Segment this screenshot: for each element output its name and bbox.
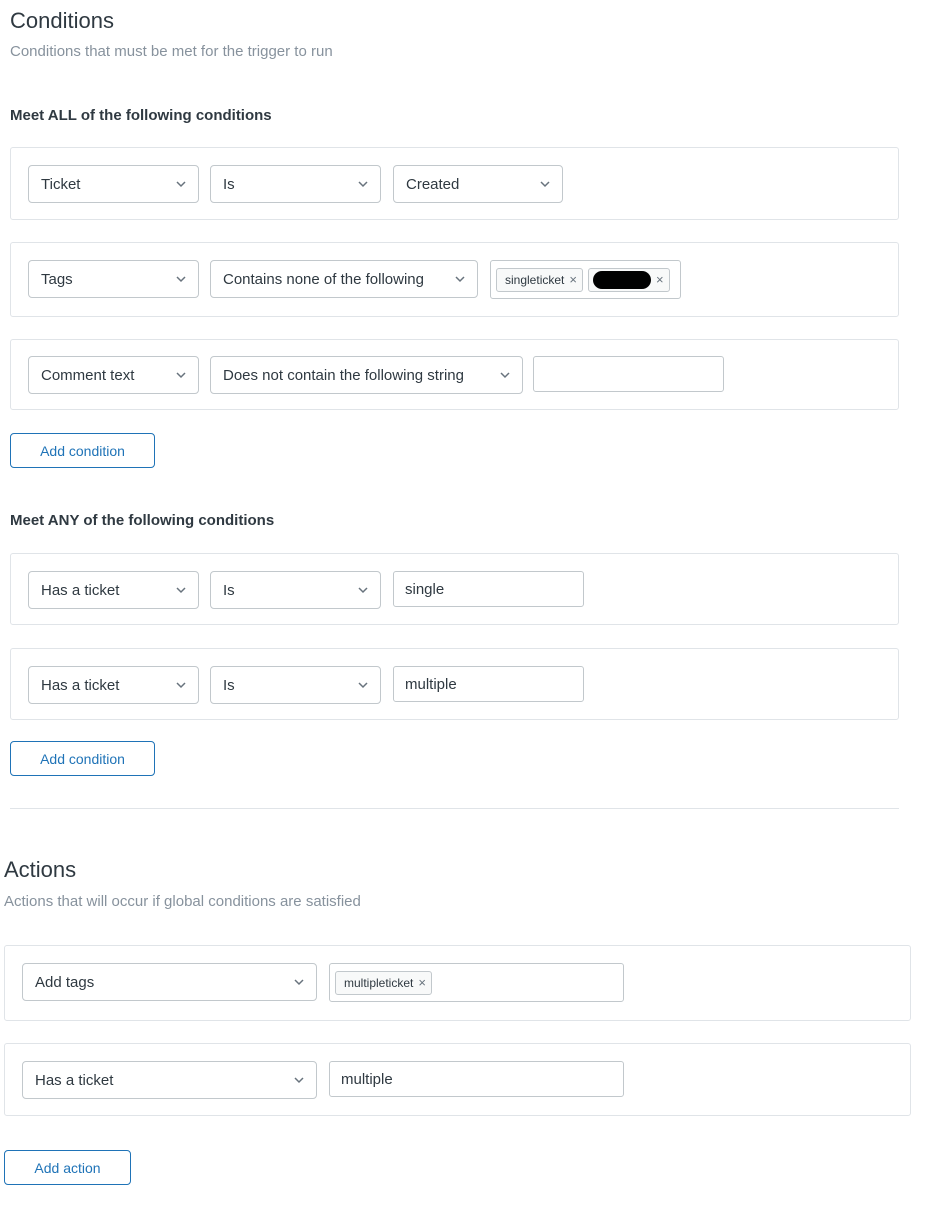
- chevron-down-icon: [358, 181, 368, 188]
- select-value: Is: [223, 175, 235, 193]
- remove-tag-icon[interactable]: ×: [418, 976, 426, 989]
- select-value: Add tags: [35, 973, 95, 991]
- select-value: Ticket: [41, 175, 81, 193]
- select-value: Is: [223, 581, 235, 599]
- chevron-down-icon: [176, 372, 186, 379]
- select-value: Has a ticket: [35, 1071, 114, 1089]
- chevron-down-icon: [176, 276, 186, 283]
- section-divider: [10, 808, 899, 809]
- action-row: Has a ticket multiple: [4, 1043, 911, 1116]
- chevron-down-icon: [176, 682, 186, 689]
- condition-row: Comment text Does not contain the follow…: [10, 339, 899, 410]
- all-conditions-label: Meet ALL of the following conditions: [10, 107, 272, 124]
- conditions-title: Conditions: [10, 8, 114, 33]
- select-value: Does not contain the following string: [223, 366, 464, 384]
- action-field-select[interactable]: Add tags: [22, 963, 317, 1001]
- condition-field-select[interactable]: Ticket: [28, 165, 199, 203]
- chevron-down-icon: [500, 372, 510, 379]
- any-conditions-label: Meet ANY of the following conditions: [10, 512, 275, 529]
- add-condition-button[interactable]: Add condition: [10, 433, 155, 468]
- condition-value-input[interactable]: single: [393, 571, 584, 607]
- redacted-tag: [592, 270, 651, 289]
- chevron-down-icon: [176, 181, 186, 188]
- action-field-select[interactable]: Has a ticket: [22, 1061, 317, 1099]
- tags-input[interactable]: multipleticket ×: [329, 963, 624, 1002]
- chevron-down-icon: [358, 682, 368, 689]
- actions-subtitle: Actions that will occur if global condit…: [4, 893, 361, 910]
- chevron-down-icon: [176, 587, 186, 594]
- condition-operator-select[interactable]: Is: [210, 666, 381, 704]
- condition-operator-select[interactable]: Is: [210, 571, 381, 609]
- condition-operator-select[interactable]: Contains none of the following: [210, 260, 478, 298]
- add-condition-button[interactable]: Add condition: [10, 741, 155, 776]
- condition-row: Ticket Is Created: [10, 147, 899, 220]
- chevron-down-icon: [294, 979, 304, 986]
- condition-field-select[interactable]: Tags: [28, 260, 199, 298]
- tag-label: singleticket: [505, 272, 565, 287]
- condition-field-select[interactable]: Comment text: [28, 356, 199, 394]
- chevron-down-icon: [455, 276, 465, 283]
- condition-row: Tags Contains none of the following sing…: [10, 242, 899, 317]
- chevron-down-icon: [294, 1077, 304, 1084]
- actions-title: Actions: [4, 857, 77, 882]
- remove-tag-icon[interactable]: ×: [569, 273, 577, 286]
- condition-operator-select[interactable]: Is: [210, 165, 381, 203]
- condition-value-input[interactable]: [533, 356, 724, 392]
- tag-chip: ×: [587, 267, 670, 292]
- condition-field-select[interactable]: Has a ticket: [28, 666, 199, 704]
- action-value-input[interactable]: multiple: [329, 1061, 624, 1097]
- action-row: Add tags multipleticket ×: [4, 945, 911, 1021]
- chevron-down-icon: [540, 181, 550, 188]
- tag-chip: singleticket ×: [496, 267, 583, 292]
- condition-value-input[interactable]: multiple: [393, 666, 584, 702]
- add-action-button[interactable]: Add action: [4, 1150, 131, 1185]
- tag-chip: multipleticket ×: [335, 970, 432, 995]
- remove-tag-icon[interactable]: ×: [656, 273, 664, 286]
- select-value: Is: [223, 676, 235, 694]
- select-value: Contains none of the following: [223, 270, 424, 288]
- tag-label: multipleticket: [344, 975, 414, 990]
- condition-operator-select[interactable]: Does not contain the following string: [210, 356, 523, 394]
- condition-value-select[interactable]: Created: [393, 165, 563, 203]
- chevron-down-icon: [358, 587, 368, 594]
- condition-row: Has a ticket Is multiple: [10, 648, 899, 720]
- condition-row: Has a ticket Is single: [10, 553, 899, 625]
- select-value: Has a ticket: [41, 676, 120, 694]
- select-value: Tags: [41, 270, 73, 288]
- conditions-subtitle: Conditions that must be met for the trig…: [10, 43, 333, 60]
- tags-input[interactable]: singleticket × ×: [490, 260, 681, 299]
- select-value: Has a ticket: [41, 581, 120, 599]
- condition-field-select[interactable]: Has a ticket: [28, 571, 199, 609]
- select-value: Comment text: [41, 366, 135, 384]
- select-value: Created: [406, 175, 460, 193]
